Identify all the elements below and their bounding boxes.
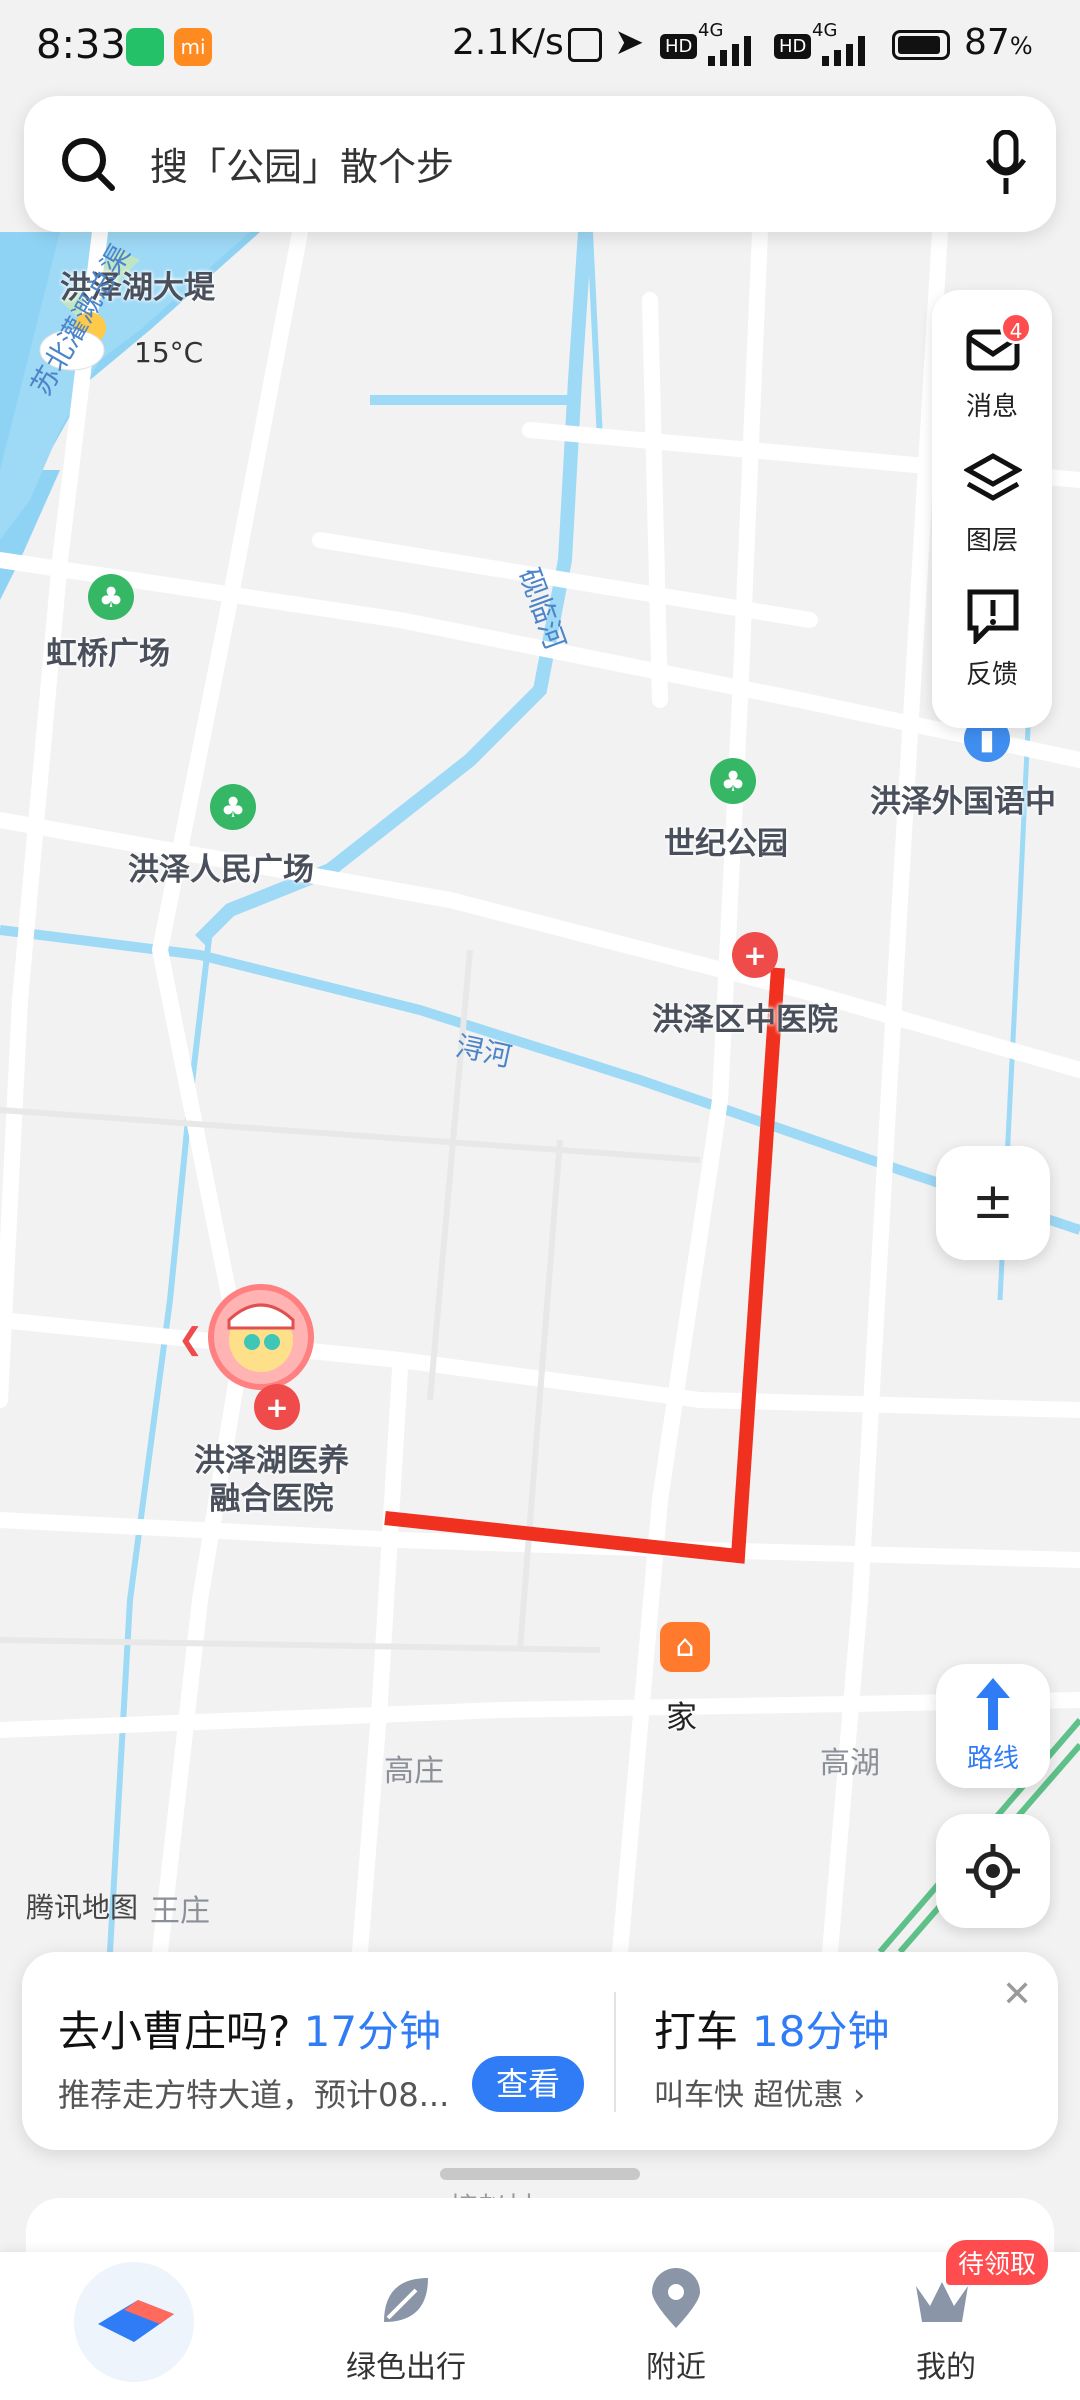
map-label-wangzhuang: 王庄	[150, 1894, 210, 1929]
park-pin-icon[interactable]: ♣	[210, 784, 256, 830]
feedback-button[interactable]: 反馈	[932, 578, 1052, 698]
network-speed: 2.1K/s	[452, 22, 564, 63]
map-label-people-square[interactable]: 洪泽人民广场	[128, 844, 314, 889]
nav-mine-label: 我的	[916, 2350, 976, 2385]
messages-button[interactable]: 4 消息	[932, 310, 1052, 430]
location-pin-icon	[652, 2268, 700, 2328]
layers-label: 图层	[965, 526, 1018, 556]
map-label-foreign-school[interactable]: 洪泽外国语中	[870, 776, 1056, 821]
taxi-label: 打车	[654, 2007, 739, 2056]
route-arrow-icon	[976, 1678, 1010, 1730]
locate-button[interactable]	[936, 1814, 1050, 1928]
map-label-hongqiao-square[interactable]: 虹桥广场	[46, 628, 170, 673]
hospital-pin-icon[interactable]: +	[732, 932, 778, 978]
search-bar[interactable]: 搜「公园」散个步	[24, 96, 1056, 232]
taxi-option[interactable]: 打车 18分钟	[654, 1998, 889, 2059]
status-bar: 8:33 mi 2.1K/s ➤ HD 4G HD 4G 87%	[0, 0, 1080, 96]
feedback-icon	[967, 589, 1019, 644]
nav-mine[interactable]: 待领取 我的	[846, 2240, 1049, 2400]
trip-suggestion-card[interactable]: 去小曹庄吗? 17分钟 推荐走方特大道，预计08... 查看 打车 18分钟 叫车…	[22, 1952, 1058, 2150]
route-button[interactable]: 路线	[936, 1664, 1050, 1788]
map-label-gaozhuang: 高庄	[384, 1754, 444, 1789]
map-tab-icon	[98, 2300, 174, 2342]
nav-home[interactable]	[34, 2252, 234, 2400]
map-tools-panel: 4 消息 图层 反馈	[932, 290, 1052, 728]
search-placeholder[interactable]: 搜「公园」散个步	[150, 136, 454, 191]
trip-question-text: 去小曹庄吗?	[58, 2007, 291, 2056]
mi-app-icon: mi	[174, 28, 212, 66]
feedback-label: 反馈	[965, 660, 1018, 690]
bottom-nav: 绿色出行 附近 待领取 我的	[0, 2240, 1080, 2400]
signal-icon-1	[708, 36, 751, 66]
nav-nearby-label: 附近	[646, 2350, 706, 2385]
zoom-button[interactable]: ±	[936, 1146, 1050, 1260]
park-pin-icon[interactable]: ♣	[88, 574, 134, 620]
map-label-century-park[interactable]: 世纪公园	[664, 818, 788, 863]
battery-icon	[892, 30, 950, 60]
nfc-icon	[568, 28, 602, 62]
taxi-detail[interactable]: 叫车快 超优惠 ›	[654, 2070, 865, 2114]
map-label-home[interactable]: 家	[666, 1692, 697, 1737]
leaf-icon	[384, 2278, 428, 2322]
map-label-hospital-district[interactable]: 洪泽区中医院	[652, 994, 838, 1039]
nav-green-travel[interactable]: 绿色出行	[306, 2252, 506, 2400]
messages-label: 消息	[965, 392, 1018, 422]
trip-duration: 17分钟	[303, 2007, 442, 2056]
card-divider	[614, 1992, 616, 2112]
map-roads-and-water	[0, 224, 1080, 1960]
trip-question: 去小曹庄吗? 17分钟	[58, 1998, 441, 2059]
home-pin-icon[interactable]: ⌂	[660, 1622, 710, 1672]
battery-saver-icon	[126, 28, 164, 66]
hd-icon-2: HD	[774, 34, 812, 59]
layers-icon	[964, 453, 1022, 501]
status-time: 8:33	[36, 22, 126, 68]
map-label-care-hospital[interactable]: 洪泽湖医养 融合医院	[194, 1442, 349, 1518]
microphone-icon[interactable]	[984, 130, 1028, 198]
hd-icon-1: HD	[660, 34, 698, 59]
hospital-pin-icon[interactable]: +	[254, 1384, 300, 1430]
locate-crosshair-icon	[966, 1844, 1020, 1898]
layers-button[interactable]: 图层	[932, 444, 1052, 564]
sheet-drag-handle[interactable]	[440, 2168, 640, 2180]
heading-arrow-icon: ❮	[178, 1322, 204, 1357]
route-label: 路线	[966, 1744, 1019, 1774]
nav-green-travel-label: 绿色出行	[346, 2350, 466, 2385]
taxi-duration: 18分钟	[752, 2007, 890, 2056]
message-count-badge: 4	[1000, 312, 1032, 344]
map-watermark: 腾讯地图	[26, 1891, 139, 1924]
map-label-gaohu: 高湖	[820, 1746, 880, 1781]
battery-percent: 87%	[964, 22, 1033, 63]
map-label-care-hospital-line2: 融合医院	[209, 1481, 334, 1517]
view-route-button[interactable]: 查看	[472, 2056, 584, 2112]
user-avatar-location[interactable]	[208, 1284, 314, 1390]
signal-icon-2	[822, 36, 865, 66]
map-label-care-hospital-line1: 洪泽湖医养	[194, 1443, 349, 1479]
park-pin-icon[interactable]: ♣	[710, 758, 756, 804]
location-arrow-icon: ➤	[614, 22, 645, 63]
mine-reward-badge: 待领取	[946, 2240, 1049, 2285]
close-card-icon[interactable]: ✕	[1002, 1974, 1032, 2015]
weather-temperature: 15°C	[134, 336, 204, 369]
search-icon	[62, 138, 115, 191]
trip-detail: 推荐走方特大道，预计08...	[58, 2076, 450, 2114]
nav-nearby[interactable]: 附近	[576, 2252, 776, 2400]
map-canvas[interactable]: 15°C 洪泽湖大堤 苏北灌溉总渠 ♣ 虹桥广场 砚临河 ♣ 洪泽人民广场 ♣ …	[0, 224, 1080, 1960]
